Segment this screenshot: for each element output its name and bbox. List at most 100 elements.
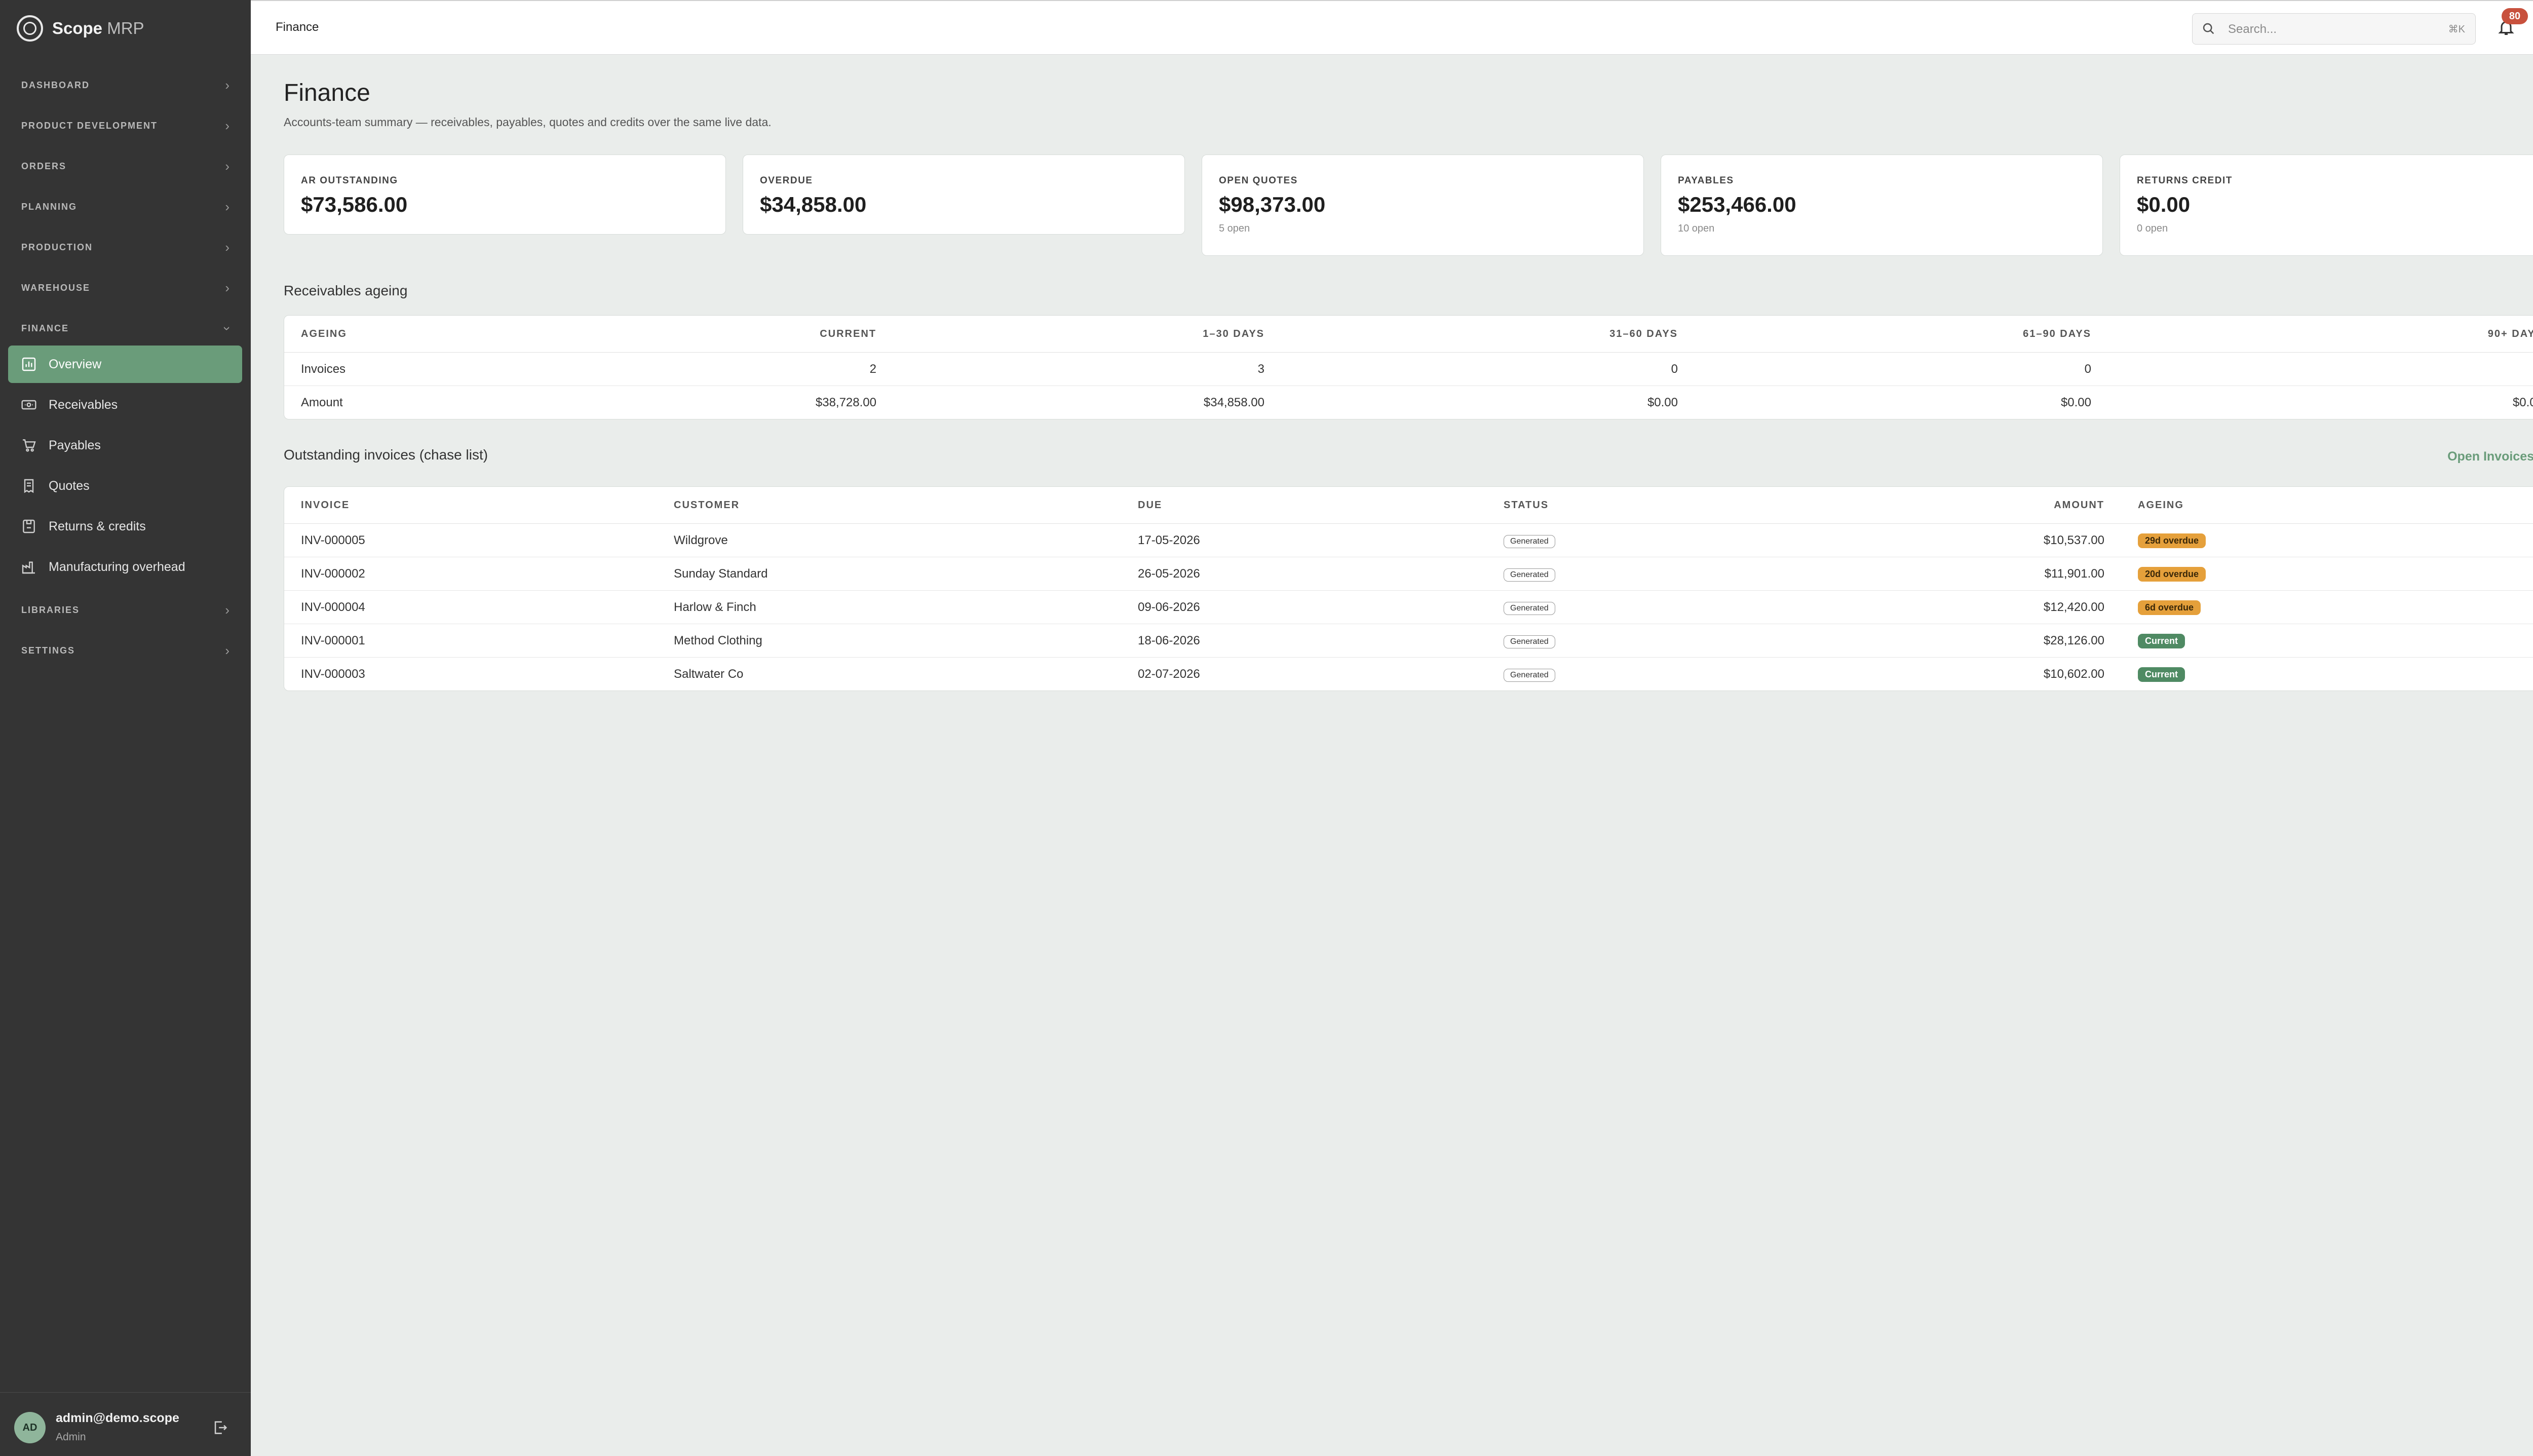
table-cell: $0.00 — [1647, 395, 1678, 409]
chevron-right-icon: › — [225, 118, 229, 133]
breadcrumb[interactable]: Finance — [276, 20, 319, 34]
nav-section-libraries[interactable]: LIBRARIES › — [21, 595, 229, 625]
nav-section-warehouse[interactable]: WAREHOUSE › — [21, 273, 229, 303]
table-row[interactable]: INV-000005 Wildgrove 17-05-2026 Generate… — [284, 523, 2533, 557]
chevron-right-icon: › — [225, 239, 229, 255]
search-box[interactable]: ⌘K — [2192, 13, 2476, 45]
amount: $10,602.00 — [2043, 667, 2104, 681]
due-date: 09-06-2026 — [1121, 590, 1487, 624]
ageing-table: AGEING CURRENT 1–30 DAYS 31–60 DAYS 61–9… — [284, 315, 2533, 419]
ageing-cell: 29d overdue — [2121, 523, 2533, 557]
ageing-title: Receivables ageing — [284, 283, 408, 298]
table-row: Amount $38,728.00 $34,858.00 $0.00 $0.00… — [284, 386, 2533, 419]
customer-name: Wildgrove — [657, 523, 1121, 557]
notification-badge: 80 — [2502, 8, 2528, 24]
ageing-cell: 6d overdue — [2121, 590, 2533, 624]
sidebar-item-label: Receivables — [49, 397, 118, 412]
invoice-number[interactable]: INV-000004 — [284, 590, 657, 624]
table-row[interactable]: INV-000003 Saltwater Co 02-07-2026 Gener… — [284, 658, 2533, 691]
sidebar-item-quotes[interactable]: Quotes — [8, 467, 242, 505]
customer-name: Harlow & Finch — [657, 590, 1121, 624]
kpi-card-open-quotes[interactable]: OPEN QUOTES $98,373.00 5 open — [1202, 155, 1644, 256]
status-badge: Generated — [1504, 568, 1555, 582]
kpi-value: $34,858.00 — [760, 193, 867, 216]
sidebar-item-label: Overview — [49, 357, 102, 371]
sidebar-item-manufacturing-overhead[interactable]: Manufacturing overhead — [8, 548, 242, 586]
nav-section-orders[interactable]: ORDERS › — [21, 151, 229, 181]
chevron-down-icon: › — [220, 326, 236, 331]
sidebar-item-label: Manufacturing overhead — [49, 559, 185, 574]
table-cell: 0 — [1281, 352, 1695, 386]
cart-icon — [20, 437, 37, 454]
amount: $10,537.00 — [1875, 523, 2121, 557]
kpi-card-payables[interactable]: PAYABLES $253,466.00 10 open — [1661, 155, 2103, 256]
invoice-number[interactable]: INV-000003 — [284, 658, 657, 691]
kpi-card-overdue[interactable]: OVERDUE $34,858.00 — [743, 155, 1185, 235]
status-cell: Generated — [1487, 590, 1875, 624]
table-row[interactable]: INV-000002 Sunday Standard 26-05-2026 Ge… — [284, 557, 2533, 591]
sidebar-item-receivables[interactable]: Receivables — [8, 386, 242, 424]
scope-logo-icon — [17, 15, 43, 42]
invoice-number[interactable]: INV-000001 — [284, 624, 657, 658]
table-cell: $34,858.00 — [1203, 395, 1264, 409]
nav-section-finance[interactable]: FINANCE › — [21, 313, 235, 343]
avatar[interactable]: AD — [14, 1412, 46, 1443]
ageing-badge: 20d overdue — [2138, 566, 2206, 582]
amount: $28,126.00 — [1875, 624, 2121, 658]
column-header: 1–30 DAYS — [893, 316, 1281, 353]
returns-icon — [20, 518, 37, 535]
table-row[interactable]: INV-000004 Harlow & Finch 09-06-2026 Gen… — [284, 590, 2533, 624]
status-cell: Generated — [1487, 624, 1875, 658]
user-email: admin@demo.scope — [56, 1411, 179, 1425]
table-cell: 2 — [520, 352, 893, 386]
due-date: 02-07-2026 — [1138, 667, 1200, 681]
kpi-sub: 0 open — [2137, 223, 2168, 234]
row-label: Amount — [301, 395, 343, 409]
nav-section-settings[interactable]: SETTINGS › — [21, 635, 229, 666]
sidebar-item-returns-credits[interactable]: Returns & credits — [8, 508, 242, 545]
nav-section-dashboard[interactable]: DASHBOARD › — [21, 70, 229, 100]
table-cell: $0.00 — [2512, 395, 2533, 409]
kpi-card-ar-outstanding[interactable]: AR OUTSTANDING $73,586.00 — [284, 155, 726, 235]
invoice-number[interactable]: INV-000002 — [284, 557, 657, 591]
logout-icon[interactable] — [212, 1419, 229, 1436]
table-row: Invoices 2 3 0 0 0 — [284, 352, 2533, 386]
kpi-sub: 10 open — [1678, 223, 1715, 234]
nav-section-planning[interactable]: PLANNING › — [21, 191, 229, 222]
kpi-label: RETURNS CREDIT — [2137, 175, 2233, 186]
kpi-value: $98,373.00 — [1219, 193, 1326, 216]
amount: $11,901.00 — [1875, 557, 2121, 591]
table-cell: 3 — [893, 352, 1281, 386]
customer-name: Method Clothing — [657, 624, 1121, 658]
user-bar: AD admin@demo.scope Admin — [0, 1392, 251, 1456]
chase-list-table: INVOICE CUSTOMER DUE STATUS AMOUNT AGEIN… — [284, 486, 2533, 691]
column-header: 90+ DAYS — [2108, 316, 2533, 353]
page-title: Finance — [284, 80, 370, 106]
kpi-value: $253,466.00 — [1678, 193, 1796, 216]
row-label: Invoices — [284, 352, 520, 386]
brand-name: Scope MRP — [52, 19, 144, 37]
sidebar-item-payables[interactable]: Payables — [8, 427, 242, 464]
sidebar-item-overview[interactable]: Overview — [8, 346, 242, 383]
status-cell: Generated — [1487, 523, 1875, 557]
brand-logo[interactable]: Scope MRP — [17, 14, 144, 43]
column-header: STATUS — [1487, 487, 1875, 524]
due-date: 26-05-2026 — [1121, 557, 1487, 591]
open-invoices-link[interactable]: Open Invoices — [2447, 447, 2533, 467]
due-date: 17-05-2026 — [1121, 523, 1487, 557]
nav-section-product-development[interactable]: PRODUCT DEVELOPMENT › — [21, 110, 229, 141]
kpi-card-returns-credit[interactable]: RETURNS CREDIT $0.00 0 open — [2120, 155, 2533, 256]
table-row[interactable]: INV-000001 Method Clothing 18-06-2026 Ge… — [284, 624, 2533, 658]
open-invoices-label: Open Invoices — [2447, 449, 2533, 464]
topbar: Finance ⌘K 80 — [251, 0, 2533, 55]
column-header: AGEING — [284, 316, 520, 353]
kpi-label: OVERDUE — [760, 175, 813, 186]
search-input[interactable] — [2227, 20, 2422, 39]
status-badge: Generated — [1504, 601, 1555, 615]
table-cell: 0 — [2108, 352, 2533, 386]
sidebar-item-label: Returns & credits — [49, 519, 146, 533]
column-header: AMOUNT — [1875, 487, 2121, 524]
nav-section-production[interactable]: PRODUCTION › — [21, 232, 229, 262]
invoice-number[interactable]: INV-000005 — [284, 523, 657, 557]
due-date: 18-06-2026 — [1121, 624, 1487, 658]
